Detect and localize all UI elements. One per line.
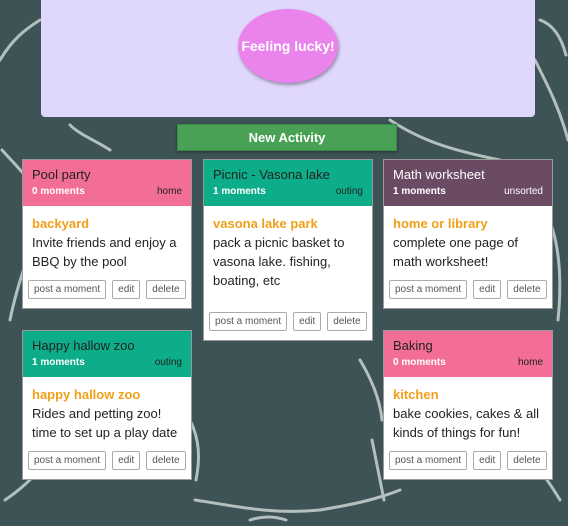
card-body: home or library complete one page of mat…: [384, 206, 552, 271]
moments-count: 1 moments: [32, 357, 85, 368]
post-moment-button[interactable]: post a moment: [389, 280, 468, 299]
card-actions: post a moment edit delete: [209, 312, 367, 331]
category-label: home: [517, 357, 543, 368]
card-actions: post a moment edit delete: [389, 451, 547, 470]
card-description: pack a picnic basket to vasona lake. fis…: [213, 235, 345, 288]
activity-card-happy-hallow-zoo: Happy hallow zoo 1 moments outing happy …: [22, 330, 192, 480]
card-location: backyard: [32, 216, 90, 231]
edit-button[interactable]: edit: [112, 451, 141, 470]
category-label: outing: [154, 357, 182, 368]
edit-button[interactable]: edit: [473, 451, 502, 470]
feeling-lucky-button[interactable]: Feeling lucky!: [238, 9, 338, 83]
card-header: Happy hallow zoo 1 moments outing: [23, 331, 191, 377]
delete-button[interactable]: delete: [507, 280, 547, 299]
edit-button[interactable]: edit: [112, 280, 141, 299]
card-description: Invite friends and enjoy a BBQ by the po…: [32, 235, 177, 269]
card-header: Pool party 0 moments home: [23, 160, 191, 206]
card-title: Picnic - Vasona lake: [213, 167, 330, 182]
card-body: happy hallow zoo Rides and petting zoo! …: [23, 377, 191, 442]
activity-card-pool-party: Pool party 0 moments home backyard Invit…: [22, 159, 192, 309]
new-activity-button[interactable]: New Activity: [177, 124, 397, 151]
category-label: unsorted: [504, 186, 543, 197]
activity-card-picnic-vasona-lake: Picnic - Vasona lake 1 moments outing va…: [203, 159, 373, 341]
card-location: home or library: [393, 216, 488, 231]
delete-button[interactable]: delete: [327, 312, 367, 331]
card-title: Math worksheet: [393, 167, 485, 182]
card-description: bake cookies, cakes & all kinds of thing…: [393, 406, 539, 440]
delete-button[interactable]: delete: [146, 451, 186, 470]
card-actions: post a moment edit delete: [28, 451, 186, 470]
card-header: Picnic - Vasona lake 1 moments outing: [204, 160, 372, 206]
card-description: Rides and petting zoo! time to set up a …: [32, 406, 178, 440]
activity-card-math-worksheet: Math worksheet 1 moments unsorted home o…: [383, 159, 553, 309]
top-panel: Feeling lucky!: [41, 0, 535, 117]
card-description: complete one page of math worksheet!: [393, 235, 519, 269]
moments-count: 1 moments: [393, 186, 446, 197]
card-actions: post a moment edit delete: [389, 280, 547, 299]
card-body: backyard Invite friends and enjoy a BBQ …: [23, 206, 191, 271]
card-body: vasona lake park pack a picnic basket to…: [204, 206, 372, 290]
card-title: Baking: [393, 338, 433, 353]
card-header: Baking 0 moments home: [384, 331, 552, 377]
moments-count: 0 moments: [393, 357, 446, 368]
card-actions: post a moment edit delete: [28, 280, 186, 299]
delete-button[interactable]: delete: [146, 280, 186, 299]
card-title: Pool party: [32, 167, 91, 182]
category-label: home: [156, 186, 182, 197]
moments-count: 1 moments: [213, 186, 266, 197]
card-location: happy hallow zoo: [32, 387, 141, 402]
card-location: vasona lake park: [213, 216, 318, 231]
edit-button[interactable]: edit: [473, 280, 502, 299]
post-moment-button[interactable]: post a moment: [209, 312, 288, 331]
card-title: Happy hallow zoo: [32, 338, 135, 353]
moments-count: 0 moments: [32, 186, 85, 197]
category-label: outing: [335, 186, 363, 197]
card-header: Math worksheet 1 moments unsorted: [384, 160, 552, 206]
card-body: kitchen bake cookies, cakes & all kinds …: [384, 377, 552, 442]
edit-button[interactable]: edit: [293, 312, 322, 331]
post-moment-button[interactable]: post a moment: [28, 280, 107, 299]
post-moment-button[interactable]: post a moment: [28, 451, 107, 470]
activity-card-baking: Baking 0 moments home kitchen bake cooki…: [383, 330, 553, 480]
post-moment-button[interactable]: post a moment: [389, 451, 468, 470]
card-location: kitchen: [393, 387, 439, 402]
delete-button[interactable]: delete: [507, 451, 547, 470]
